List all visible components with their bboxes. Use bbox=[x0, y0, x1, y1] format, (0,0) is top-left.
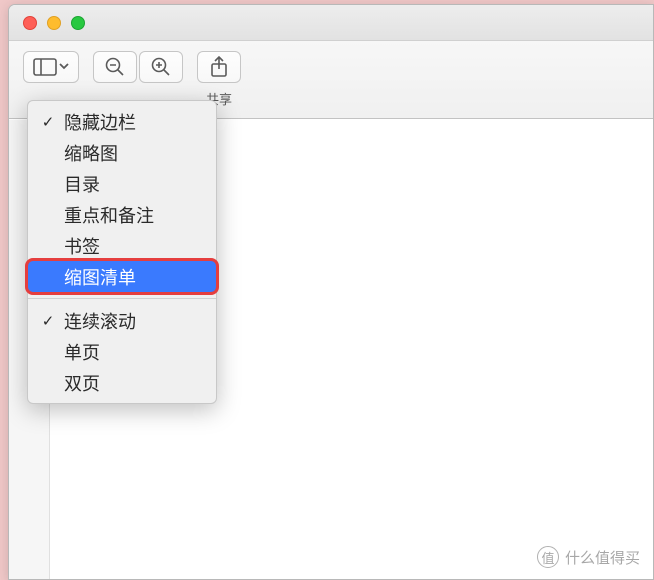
menu-separator bbox=[28, 298, 216, 299]
menu-item-highlights-notes[interactable]: 重点和备注 bbox=[28, 199, 216, 230]
zoom-out-button[interactable] bbox=[93, 51, 137, 83]
zoom-tool-group bbox=[93, 51, 183, 83]
menu-item-continuous-scroll[interactable]: ✓ 连续滚动 bbox=[28, 305, 216, 336]
zoom-in-button[interactable] bbox=[139, 51, 183, 83]
menu-item-table-of-contents[interactable]: 目录 bbox=[28, 168, 216, 199]
menu-item-contact-sheet[interactable]: 缩图清单 bbox=[28, 261, 216, 292]
menu-item-bookmarks[interactable]: 书签 bbox=[28, 230, 216, 261]
menu-item-hide-sidebar[interactable]: ✓ 隐藏边栏 bbox=[28, 106, 216, 137]
fullscreen-window-button[interactable] bbox=[71, 16, 85, 30]
share-button[interactable] bbox=[197, 51, 241, 83]
watermark-icon: 值 bbox=[537, 546, 559, 568]
menu-item-label: 目录 bbox=[64, 171, 100, 197]
close-window-button[interactable] bbox=[23, 16, 37, 30]
checkmark-icon: ✓ bbox=[38, 312, 58, 330]
zoom-out-icon bbox=[104, 56, 126, 78]
menu-item-label: 隐藏边栏 bbox=[64, 109, 136, 135]
minimize-window-button[interactable] bbox=[47, 16, 61, 30]
menu-item-label: 书签 bbox=[64, 233, 100, 259]
menu-item-two-pages[interactable]: 双页 bbox=[28, 367, 216, 398]
app-window: 共享 ✓ 隐藏边栏 缩略图 目录 重点和备注 书签 缩图清单 bbox=[8, 4, 654, 580]
menu-item-label: 双页 bbox=[64, 370, 100, 396]
sidebar-icon bbox=[33, 57, 69, 77]
menu-item-label: 缩图清单 bbox=[64, 264, 136, 290]
view-mode-button[interactable] bbox=[23, 51, 79, 83]
checkmark-icon: ✓ bbox=[38, 113, 58, 131]
titlebar bbox=[9, 5, 653, 41]
view-tool-group bbox=[23, 51, 79, 83]
zoom-in-icon bbox=[150, 56, 172, 78]
view-dropdown-menu: ✓ 隐藏边栏 缩略图 目录 重点和备注 书签 缩图清单 ✓ 连续滚动 bbox=[27, 100, 217, 404]
menu-item-label: 缩略图 bbox=[64, 140, 118, 166]
menu-item-single-page[interactable]: 单页 bbox=[28, 336, 216, 367]
watermark: 值 什么值得买 bbox=[537, 546, 640, 568]
menu-item-label: 单页 bbox=[64, 339, 100, 365]
watermark-text: 什么值得买 bbox=[565, 547, 640, 568]
menu-item-thumbnails[interactable]: 缩略图 bbox=[28, 137, 216, 168]
share-icon bbox=[209, 56, 229, 78]
menu-item-label: 连续滚动 bbox=[64, 308, 136, 334]
menu-item-label: 重点和备注 bbox=[64, 202, 154, 228]
